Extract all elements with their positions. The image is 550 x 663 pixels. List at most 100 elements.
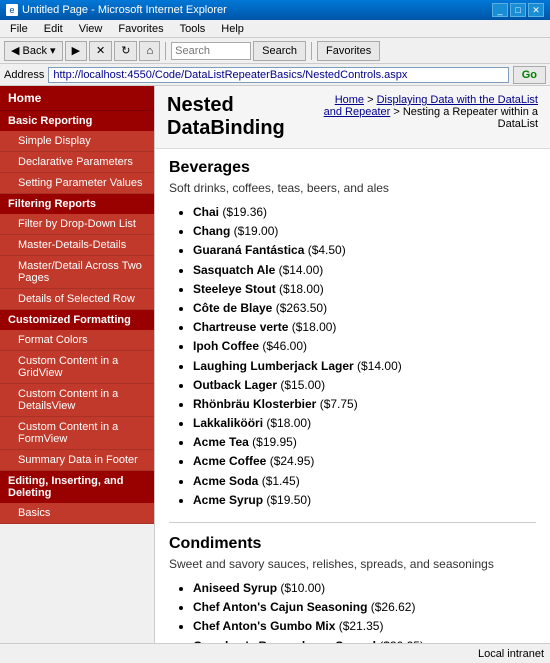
item-name: Grandma's Boysenberry Spread — [193, 639, 376, 643]
search-input[interactable] — [171, 42, 251, 60]
list-item: Ipoh Coffee ($46.00) — [193, 337, 536, 356]
list-item: Rhönbräu Klosterbier ($7.75) — [193, 395, 536, 414]
minimize-button[interactable]: _ — [492, 3, 508, 17]
back-button[interactable]: ◀ Back ▾ — [4, 41, 63, 61]
separator1 — [165, 42, 166, 60]
window-controls[interactable]: _ □ ✕ — [492, 3, 544, 17]
sidebar-section-filtering-reports[interactable]: Filtering Reports — [0, 194, 154, 214]
list-item: Acme Coffee ($24.95) — [193, 452, 536, 471]
item-name: Lakkalikööri — [193, 416, 263, 430]
sidebar-item-format-colors[interactable]: Format Colors — [0, 330, 154, 351]
title-bar: e Untitled Page - Microsoft Internet Exp… — [0, 0, 550, 20]
condiments-list: Aniseed Syrup ($10.00) Chef Anton's Caju… — [169, 579, 536, 643]
beverages-list: Chai ($19.36) Chang ($19.00) Guaraná Fan… — [169, 203, 536, 510]
list-item: Steeleye Stout ($18.00) — [193, 280, 536, 299]
search-button[interactable]: Search — [253, 41, 306, 61]
menu-edit[interactable]: Edit — [36, 22, 71, 36]
category-beverages: Beverages Soft drinks, coffees, teas, be… — [169, 159, 536, 510]
sidebar-item-declarative-parameters[interactable]: Declarative Parameters — [0, 152, 154, 173]
breadcrumb-sep1: > — [367, 94, 376, 106]
sidebar-section-editing[interactable]: Editing, Inserting, and Deleting — [0, 471, 154, 503]
close-button[interactable]: ✕ — [528, 3, 544, 17]
item-name: Steeleye Stout — [193, 282, 276, 296]
list-item: Chef Anton's Gumbo Mix ($21.35) — [193, 617, 536, 636]
item-name: Acme Coffee — [193, 454, 266, 468]
page-title: Nested DataBinding — [167, 94, 318, 140]
list-item: Côte de Blaye ($263.50) — [193, 299, 536, 318]
category-divider — [169, 522, 536, 523]
maximize-button[interactable]: □ — [510, 3, 526, 17]
content-area: Nested DataBinding Home > Displaying Dat… — [155, 86, 550, 643]
sidebar-item-custom-content-formview[interactable]: Custom Content in a FormView — [0, 417, 154, 450]
address-input[interactable] — [48, 67, 508, 83]
menu-view[interactable]: View — [71, 22, 111, 36]
list-item: Chang ($19.00) — [193, 222, 536, 241]
separator2 — [311, 42, 312, 60]
category-desc-condiments: Sweet and savory sauces, relishes, sprea… — [169, 557, 536, 571]
list-item: Laughing Lumberjack Lager ($14.00) — [193, 357, 536, 376]
item-name: Chartreuse verte — [193, 320, 288, 334]
favorites-button[interactable]: Favorites — [317, 41, 380, 61]
sidebar-item-filter-dropdown[interactable]: Filter by Drop-Down List — [0, 214, 154, 235]
content-body: Beverages Soft drinks, coffees, teas, be… — [155, 149, 550, 643]
sidebar-item-custom-content-detailsview[interactable]: Custom Content in a DetailsView — [0, 384, 154, 417]
breadcrumb-sep2: > — [393, 106, 402, 118]
item-name: Chef Anton's Cajun Seasoning — [193, 600, 367, 614]
sidebar-item-simple-display[interactable]: Simple Display — [0, 131, 154, 152]
menu-file[interactable]: File — [2, 22, 36, 36]
item-name: Chai — [193, 205, 219, 219]
list-item: Chef Anton's Cajun Seasoning ($26.62) — [193, 598, 536, 617]
item-name: Chang — [193, 224, 230, 238]
list-item: Chai ($19.36) — [193, 203, 536, 222]
item-name: Aniseed Syrup — [193, 581, 277, 595]
toolbar: ◀ Back ▾ ▶ ✕ ↻ ⌂ Search Favorites — [0, 38, 550, 64]
list-item: Chartreuse verte ($18.00) — [193, 318, 536, 337]
item-name: Outback Lager — [193, 378, 277, 392]
breadcrumb-current: Nesting a Repeater within a DataList — [403, 106, 538, 130]
menu-bar: File Edit View Favorites Tools Help — [0, 20, 550, 38]
content-header: Nested DataBinding Home > Displaying Dat… — [155, 86, 550, 149]
item-name: Guaraná Fantástica — [193, 243, 304, 257]
item-name: Rhönbräu Klosterbier — [193, 397, 316, 411]
menu-help[interactable]: Help — [213, 22, 252, 36]
address-bar: Address Go — [0, 64, 550, 86]
breadcrumb-home[interactable]: Home — [335, 94, 364, 106]
sidebar-item-summary-data-footer[interactable]: Summary Data in Footer — [0, 450, 154, 471]
status-zone: Local intranet — [478, 648, 544, 660]
category-condiments: Condiments Sweet and savory sauces, reli… — [169, 535, 536, 643]
sidebar-section-customized-formatting[interactable]: Customized Formatting — [0, 310, 154, 330]
main-area: Home Basic Reporting Simple Display Decl… — [0, 86, 550, 643]
list-item: Acme Soda ($1.45) — [193, 472, 536, 491]
sidebar-item-setting-parameter-values[interactable]: Setting Parameter Values — [0, 173, 154, 194]
category-title-condiments: Condiments — [169, 535, 536, 553]
refresh-button[interactable]: ↻ — [114, 41, 137, 61]
sidebar-item-master-details[interactable]: Master-Details-Details — [0, 235, 154, 256]
forward-button[interactable]: ▶ — [65, 41, 87, 61]
item-name: Acme Soda — [193, 474, 258, 488]
home-button[interactable]: ⌂ — [139, 41, 160, 61]
status-bar: Local intranet — [0, 643, 550, 663]
address-label: Address — [4, 69, 44, 81]
item-name: Acme Syrup — [193, 493, 263, 507]
item-name: Laughing Lumberjack Lager — [193, 359, 354, 373]
item-name: Ipoh Coffee — [193, 339, 259, 353]
sidebar-item-master-detail-two-pages[interactable]: Master/Detail Across Two Pages — [0, 256, 154, 289]
sidebar-section-basic-reporting[interactable]: Basic Reporting — [0, 111, 154, 131]
list-item: Lakkalikööri ($18.00) — [193, 414, 536, 433]
stop-button[interactable]: ✕ — [89, 41, 112, 61]
browser-icon: e — [6, 4, 18, 16]
sidebar-item-home[interactable]: Home — [0, 86, 154, 111]
sidebar-item-details-selected-row[interactable]: Details of Selected Row — [0, 289, 154, 310]
item-name: Côte de Blaye — [193, 301, 272, 315]
sidebar-item-custom-content-gridview[interactable]: Custom Content in a GridView — [0, 351, 154, 384]
item-name: Acme Tea — [193, 435, 249, 449]
menu-tools[interactable]: Tools — [172, 22, 214, 36]
window-title: Untitled Page - Microsoft Internet Explo… — [22, 4, 227, 16]
sidebar-item-basics[interactable]: Basics — [0, 503, 154, 524]
go-button[interactable]: Go — [513, 66, 546, 84]
category-desc-beverages: Soft drinks, coffees, teas, beers, and a… — [169, 181, 536, 195]
list-item: Outback Lager ($15.00) — [193, 376, 536, 395]
menu-favorites[interactable]: Favorites — [110, 22, 171, 36]
list-item: Guaraná Fantástica ($4.50) — [193, 241, 536, 260]
list-item: Acme Syrup ($19.50) — [193, 491, 536, 510]
